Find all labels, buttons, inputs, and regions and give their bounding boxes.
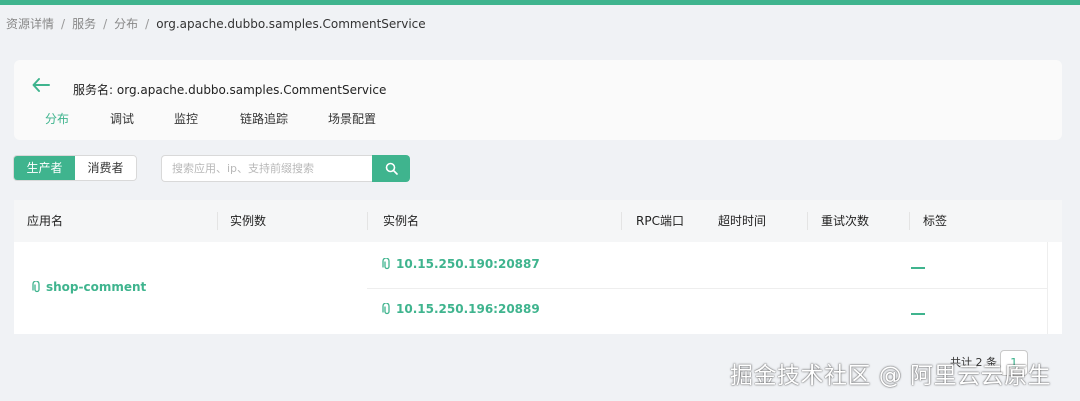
- top-accent-strip: [0, 0, 1080, 5]
- watermark: 掘金技术社区 @ 阿里云云原生: [730, 363, 1052, 389]
- service-header-card: 服务名: org.apache.dubbo.samples.CommentSer…: [14, 60, 1062, 140]
- tab-monitor[interactable]: 监控: [174, 110, 240, 128]
- consumer-button[interactable]: 消费者: [75, 156, 136, 180]
- column-header-retries: 重试次数: [821, 214, 870, 228]
- service-name: org.apache.dubbo.samples.CommentService: [116, 83, 387, 97]
- column-divider: [367, 212, 368, 230]
- search-button[interactable]: [372, 155, 410, 182]
- instance-link[interactable]: 10.15.250.196:20889: [382, 302, 540, 316]
- breadcrumb-item-resource-detail[interactable]: 资源详情: [6, 15, 54, 32]
- app-link-shop-comment[interactable]: shop-comment: [32, 280, 146, 294]
- breadcrumb-separator: /: [103, 16, 108, 31]
- instance-table: 应用名 实例数 实例名 RPC端口 超时时间 重试次数 标签 shop-comm…: [14, 200, 1062, 334]
- column-header-instance-count: 实例数: [230, 214, 267, 228]
- instance-name: 10.15.250.190:20887: [396, 257, 540, 271]
- app-name: shop-comment: [46, 280, 147, 294]
- service-label: 服务名:: [73, 83, 114, 97]
- breadcrumb-current: org.apache.dubbo.samples.CommentService: [156, 16, 426, 31]
- role-toggle: 生产者 消费者: [13, 155, 137, 181]
- column-divider: [909, 212, 910, 230]
- table-body: shop-comment 10.15.250.190:20887 10.15.2…: [14, 242, 1062, 334]
- search-bar: [161, 155, 410, 182]
- search-input[interactable]: [161, 155, 372, 182]
- instance-name: 10.15.250.196:20889: [396, 302, 540, 316]
- table-header: 应用名 实例数 实例名 RPC端口 超时时间 重试次数 标签: [14, 200, 1062, 242]
- breadcrumb: 资源详情 / 服务 / 分布 / org.apache.dubbo.sample…: [6, 15, 426, 32]
- tab-debug[interactable]: 调试: [110, 110, 174, 128]
- link-icon: [382, 258, 390, 270]
- column-header-tags: 标签: [923, 214, 948, 228]
- breadcrumb-separator: /: [145, 16, 150, 31]
- column-divider: [217, 212, 218, 230]
- column-header-app: 应用名: [27, 214, 64, 228]
- column-header-timeout: 超时时间: [718, 214, 767, 228]
- breadcrumb-item-service[interactable]: 服务: [72, 15, 96, 32]
- instance-link[interactable]: 10.15.250.190:20887: [382, 257, 540, 271]
- service-title: 服务名: org.apache.dubbo.samples.CommentSer…: [73, 81, 386, 98]
- tab-bar: 分布 调试 监控 链路追踪 场景配置: [45, 110, 398, 128]
- column-divider: [621, 212, 622, 230]
- tab-distribution[interactable]: 分布: [45, 110, 110, 128]
- tab-scene-config[interactable]: 场景配置: [328, 110, 398, 128]
- tab-tracing[interactable]: 链路追踪: [240, 110, 328, 128]
- link-icon: [32, 281, 40, 293]
- link-icon: [382, 303, 390, 315]
- breadcrumb-separator: /: [61, 16, 66, 31]
- provider-button[interactable]: 生产者: [14, 156, 75, 180]
- tag-empty-placeholder: [911, 267, 925, 269]
- column-header-rpc-port: RPC端口: [636, 214, 684, 228]
- tag-empty-placeholder: [911, 313, 925, 315]
- column-divider: [807, 212, 808, 230]
- table-right-border: [1047, 242, 1048, 334]
- breadcrumb-item-distribution[interactable]: 分布: [114, 15, 138, 32]
- arrow-left-icon[interactable]: [32, 77, 50, 93]
- row-divider: [367, 288, 1048, 289]
- search-icon: [385, 162, 398, 175]
- column-header-instance-name: 实例名: [383, 214, 420, 228]
